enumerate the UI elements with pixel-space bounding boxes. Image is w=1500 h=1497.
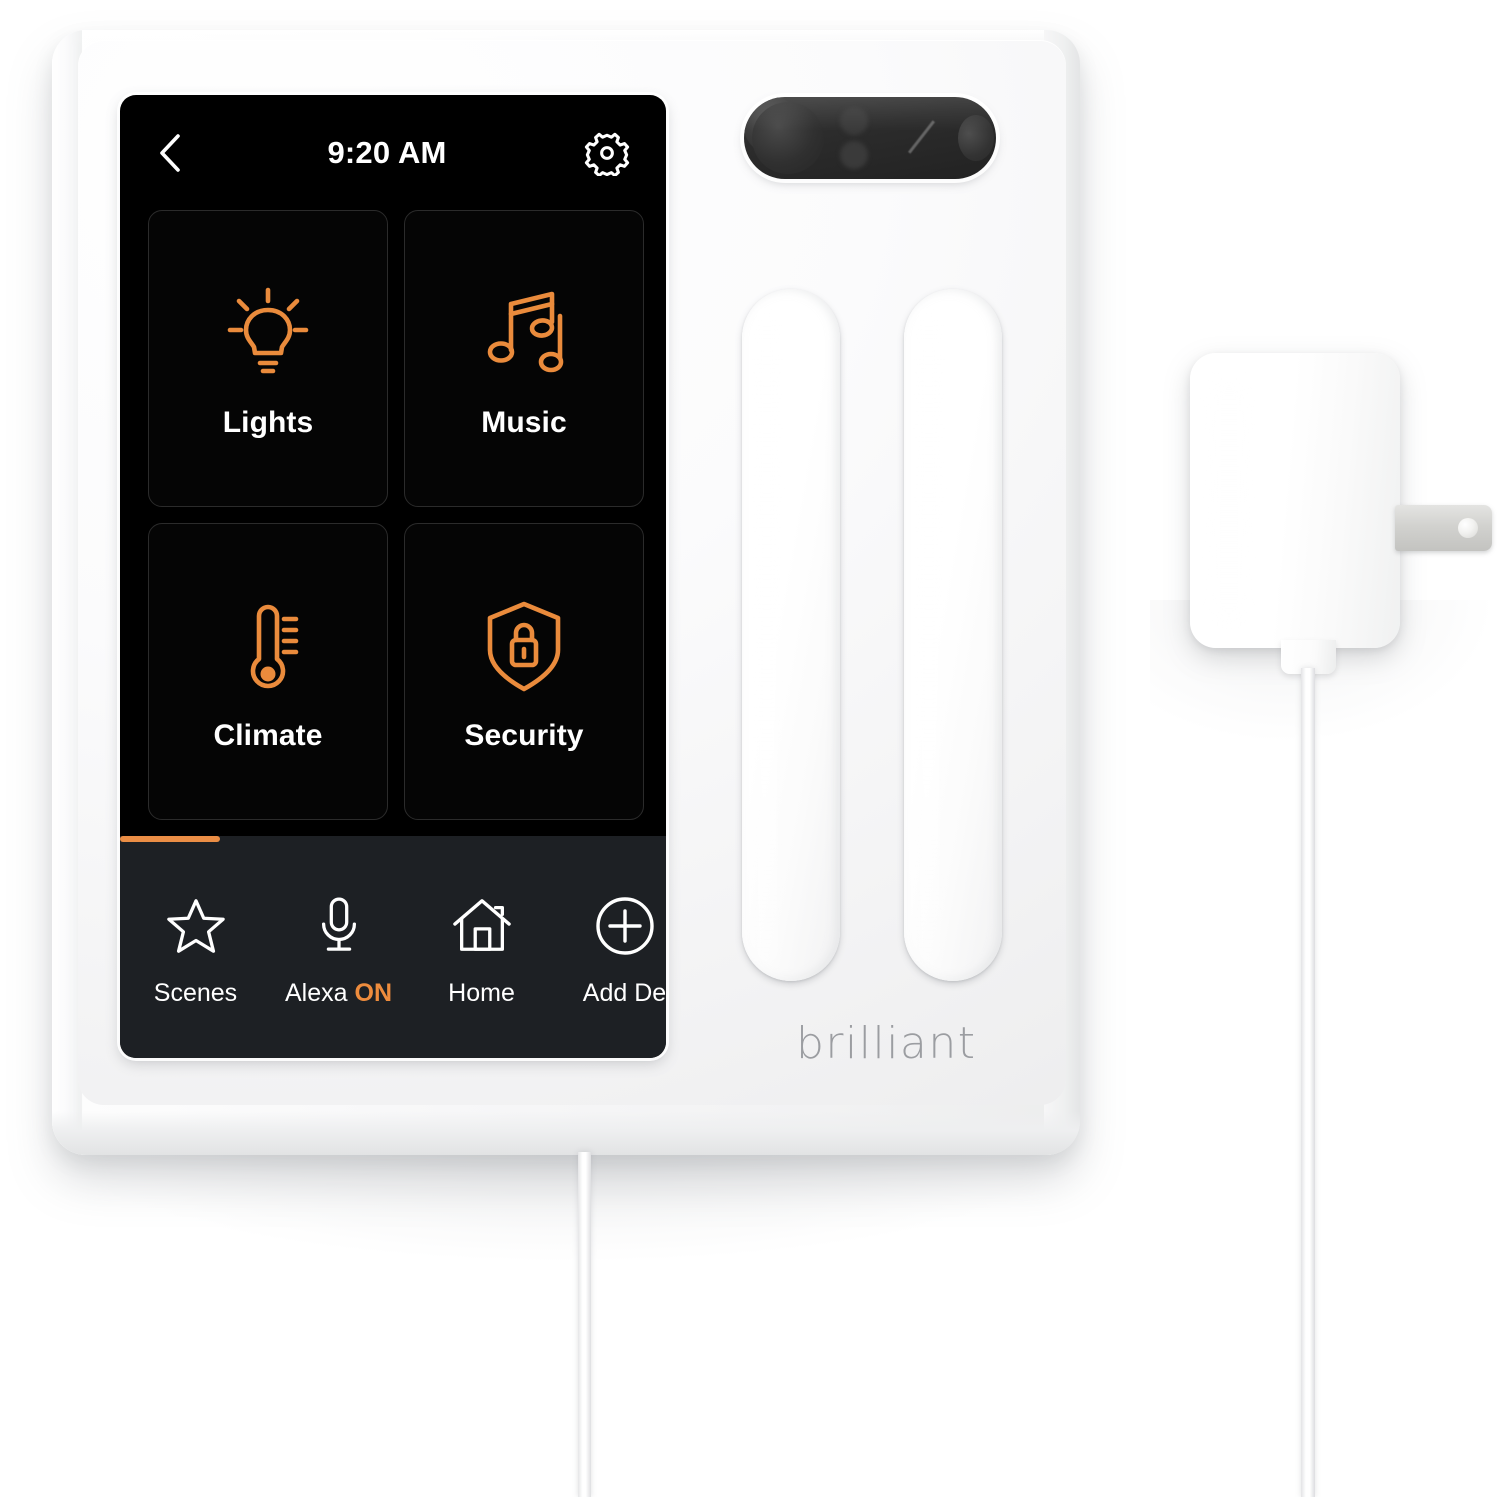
- touchscreen-display[interactable]: 9:20 AM Lights Music Climate Security Sc…: [120, 95, 666, 1058]
- adapter-highlight: [1206, 373, 1252, 628]
- dimmer-slider-right[interactable]: [904, 289, 1002, 981]
- house-icon: [449, 887, 515, 965]
- nav-label: Alexa ON: [285, 979, 392, 1008]
- music-note-icon: [472, 278, 576, 390]
- screen-header: 9:20 AM: [120, 95, 666, 210]
- alexa-status: ON: [354, 978, 393, 1007]
- nav-item-scenes[interactable]: Scenes: [124, 887, 267, 1008]
- faceplate-bevel-bottom: [52, 1111, 1080, 1155]
- shield-lock-icon: [472, 591, 576, 703]
- slider-highlight: [756, 307, 778, 963]
- wall-shadow: [60, 1140, 1080, 1260]
- tile-label: Lights: [222, 405, 314, 439]
- nav-label-text: Alexa: [285, 978, 348, 1007]
- tile-label: Climate: [213, 718, 323, 752]
- tile-label: Music: [481, 405, 567, 439]
- tile-security[interactable]: Security: [404, 523, 644, 820]
- nav-item-add-device[interactable]: Add De: [553, 887, 666, 1008]
- slider-highlight: [918, 307, 940, 963]
- nav-item-home[interactable]: Home: [410, 887, 553, 1008]
- tile-music[interactable]: Music: [404, 210, 644, 507]
- sensor-bar-gloss: [744, 97, 996, 132]
- power-adapter: [1190, 353, 1400, 648]
- adapter-prong-hole: [1458, 518, 1478, 538]
- clock-time: 9:20 AM: [327, 134, 447, 170]
- product-photo-scene: 9:20 AM Lights Music Climate Security Sc…: [0, 0, 1500, 1497]
- nav-label-text: Home: [448, 978, 515, 1007]
- touchscreen-bezel: 9:20 AM Lights Music Climate Security Sc…: [120, 95, 666, 1058]
- nav-label-text: Scenes: [153, 978, 238, 1007]
- star-icon: [165, 887, 227, 965]
- sensor-dot-bottom: [840, 141, 868, 169]
- nav-label: Scenes: [154, 979, 237, 1008]
- bottom-nav-bar: Scenes Alexa ON Home Add De: [120, 836, 666, 1058]
- adapter-power-cable: [1301, 668, 1315, 1497]
- dimmer-slider-left[interactable]: [742, 289, 840, 981]
- lightbulb-icon: [216, 278, 320, 390]
- page-indicator[interactable]: [120, 836, 220, 842]
- nav-label-text: Add De: [582, 978, 666, 1007]
- brand-logo: brilliant: [796, 1018, 977, 1069]
- gear-icon: [584, 132, 630, 176]
- microphone-icon: [314, 887, 364, 965]
- plus-circle-icon: [593, 887, 657, 965]
- device-power-cable: [578, 1152, 591, 1497]
- nav-item-alexa[interactable]: Alexa ON: [267, 887, 410, 1008]
- tile-climate[interactable]: Climate: [148, 523, 388, 820]
- thermometer-icon: [216, 591, 320, 703]
- tile-lights[interactable]: Lights: [148, 210, 388, 507]
- settings-button[interactable]: [584, 130, 630, 176]
- chevron-left-icon: [160, 133, 180, 172]
- nav-label: Home: [448, 979, 515, 1008]
- nav-label: Add De: [583, 979, 666, 1008]
- tile-label: Security: [464, 718, 584, 752]
- sensor-camera-bar: [744, 97, 996, 179]
- tile-grid: Lights Music Climate Security: [120, 210, 666, 836]
